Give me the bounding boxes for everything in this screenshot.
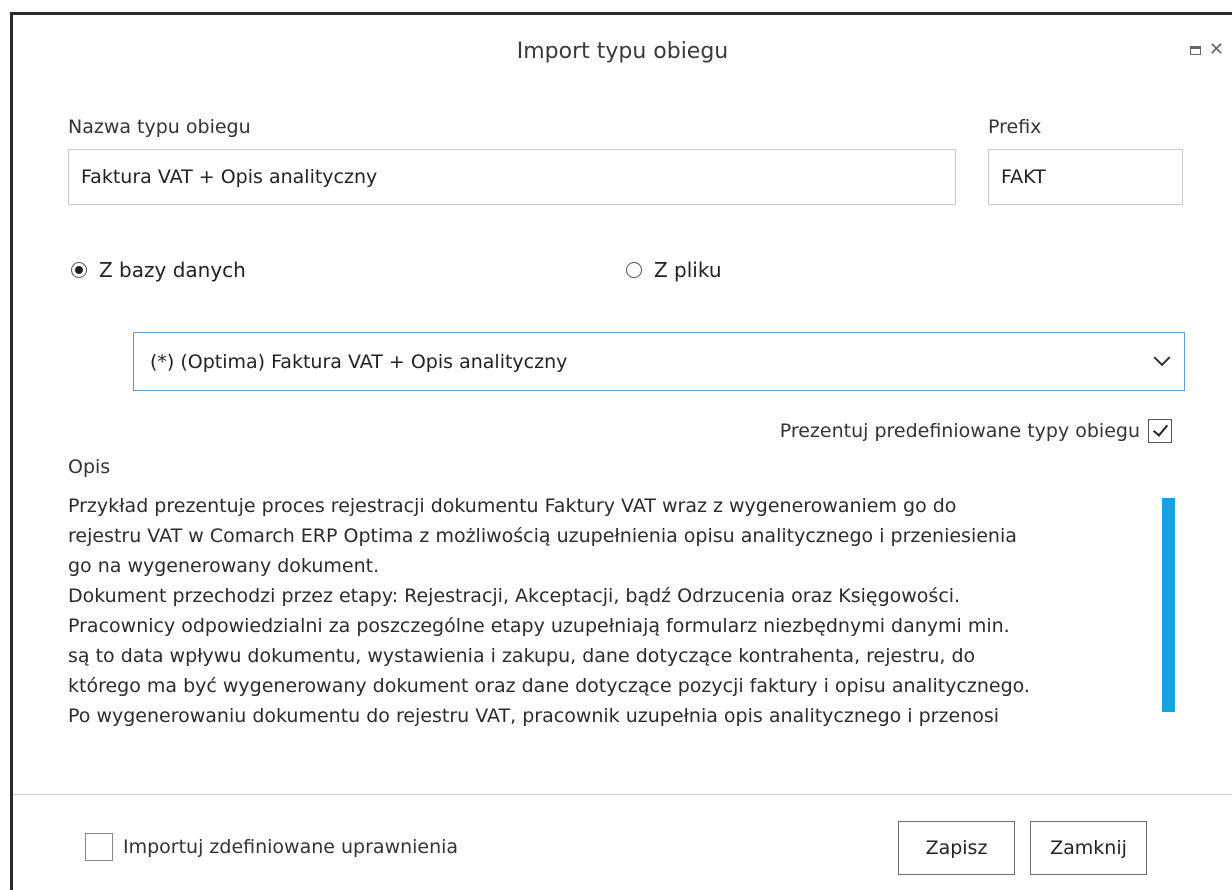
description-line: Przykład prezentuje proces rejestracji d… bbox=[68, 495, 957, 517]
maximize-icon[interactable] bbox=[1189, 45, 1201, 55]
close-button[interactable]: Zamknij bbox=[1030, 821, 1147, 875]
predefined-checkbox[interactable] bbox=[1148, 419, 1172, 443]
select-value: (*) (Optima) Faktura VAT + Opis analityc… bbox=[150, 350, 568, 373]
radio-checked-icon[interactable] bbox=[71, 262, 87, 278]
dialog-title: Import typu obiegu bbox=[516, 39, 729, 64]
import-dialog: Import typu obiegu ✕ Nazwa typu obiegu F… bbox=[10, 12, 1232, 890]
description-line: którego ma być wygenerowany dokument ora… bbox=[68, 675, 1030, 697]
description-line: Pracownicy odpowiedzialni za poszczególn… bbox=[68, 615, 1010, 637]
predefined-toggle[interactable]: Prezentuj predefiniowane typy obiegu bbox=[780, 419, 1172, 443]
description-line: Dokument przechodzi przez etapy: Rejestr… bbox=[68, 585, 961, 607]
prefix-input[interactable]: FAKT bbox=[988, 149, 1183, 205]
import-permissions-label: Importuj zdefiniowane uprawnienia bbox=[123, 836, 459, 858]
description-line: go na wygenerowany dokument. bbox=[68, 555, 380, 577]
description-line: są to data wpływu dokumentu, wystawienia… bbox=[68, 645, 976, 667]
radio-unchecked-icon[interactable] bbox=[626, 262, 642, 278]
import-permissions-checkbox[interactable] bbox=[85, 833, 113, 861]
prefix-label: Prefix bbox=[988, 116, 1042, 138]
footer-divider bbox=[13, 794, 1232, 795]
radio-from-database-label: Z bazy danych bbox=[99, 258, 246, 282]
chevron-down-icon[interactable] bbox=[1153, 348, 1171, 366]
description-label: Opis bbox=[68, 456, 111, 478]
description-text: Przykład prezentuje proces rejestracji d… bbox=[68, 491, 1168, 761]
close-icon[interactable]: ✕ bbox=[1209, 41, 1224, 59]
radio-from-file-label: Z pliku bbox=[654, 258, 722, 282]
description-line: Po wygenerowaniu dokumentu do rejestru V… bbox=[68, 705, 999, 727]
save-button[interactable]: Zapisz bbox=[898, 821, 1015, 875]
name-input[interactable]: Faktura VAT + Opis analityczny bbox=[68, 149, 956, 205]
radio-from-database[interactable]: Z bazy danych bbox=[71, 258, 246, 282]
window-controls: ✕ bbox=[1189, 41, 1224, 59]
workflow-type-select[interactable]: (*) (Optima) Faktura VAT + Opis analityc… bbox=[133, 332, 1185, 391]
description-scrollbar[interactable] bbox=[1162, 498, 1175, 712]
description-line: rejestru VAT w Comarch ERP Optima z możl… bbox=[68, 525, 1017, 547]
radio-from-file[interactable]: Z pliku bbox=[626, 258, 722, 282]
name-label: Nazwa typu obiegu bbox=[68, 116, 251, 138]
predefined-label: Prezentuj predefiniowane typy obiegu bbox=[779, 420, 1140, 442]
import-permissions-toggle[interactable]: Importuj zdefiniowane uprawnienia bbox=[85, 833, 458, 861]
